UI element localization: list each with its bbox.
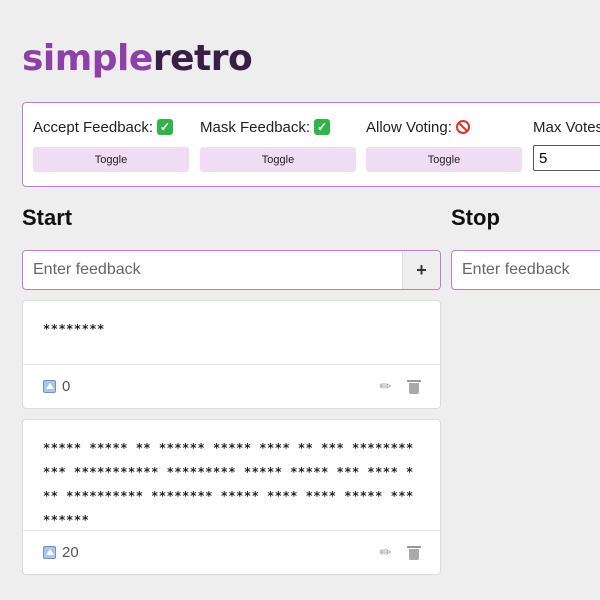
max-votes-label: Max Votes — [533, 118, 600, 136]
max-votes-control: Max Votes — [533, 117, 600, 137]
check-icon: ✓ — [157, 119, 174, 135]
column-title-start: Start — [22, 205, 73, 230]
mask-feedback-toggle-button[interactable]: Toggle — [200, 147, 356, 172]
column-title-stop: Stop — [451, 205, 500, 230]
logo-part-simple: simple — [22, 38, 153, 79]
app-logo: simpleretro — [22, 38, 253, 79]
mask-feedback-control: Mask Feedback: ✓ — [200, 117, 331, 137]
feedback-text: ***** ***** ** ****** ***** **** ** *** … — [43, 441, 414, 527]
allow-voting-toggle-button[interactable]: Toggle — [366, 147, 522, 172]
vote-count: 20 — [62, 544, 79, 561]
card-footer: 0 ✎ — [23, 364, 440, 408]
trash-icon[interactable] — [407, 379, 421, 394]
mask-feedback-label: Mask Feedback: — [200, 118, 311, 136]
paperclip-icon[interactable]: ✎ — [376, 376, 396, 396]
trash-icon[interactable] — [407, 545, 421, 560]
card-footer: 20 ✎ — [23, 530, 440, 574]
stop-feedback-input[interactable] — [452, 251, 600, 289]
max-votes-input[interactable] — [533, 145, 600, 171]
check-icon: ✓ — [314, 119, 331, 135]
feedback-card: ***** ***** ** ****** ***** **** ** *** … — [22, 419, 441, 575]
paperclip-icon[interactable]: ✎ — [376, 542, 396, 562]
accept-feedback-control: Accept Feedback: ✓ — [33, 117, 174, 137]
logo-part-retro: retro — [152, 38, 253, 79]
upvote-icon[interactable] — [43, 380, 56, 393]
upvote-icon[interactable] — [43, 546, 56, 559]
start-feedback-input[interactable] — [23, 251, 402, 289]
add-feedback-button[interactable]: + — [402, 251, 440, 289]
prohibited-icon — [455, 120, 470, 134]
accept-feedback-toggle-button[interactable]: Toggle — [33, 147, 189, 172]
retro-settings-panel: Accept Feedback: ✓ Toggle Mask Feedback: ✓… — [22, 102, 600, 187]
allow-voting-label: Allow Voting: — [366, 118, 452, 136]
start-feedback-form: + — [22, 250, 441, 290]
feedback-card: ******** 0 ✎ — [22, 300, 441, 409]
allow-voting-control: Allow Voting: — [366, 117, 470, 137]
accept-feedback-label: Accept Feedback: — [33, 118, 154, 136]
stop-feedback-form — [451, 250, 600, 290]
vote-count: 0 — [62, 378, 71, 395]
feedback-text: ******** — [43, 322, 105, 336]
